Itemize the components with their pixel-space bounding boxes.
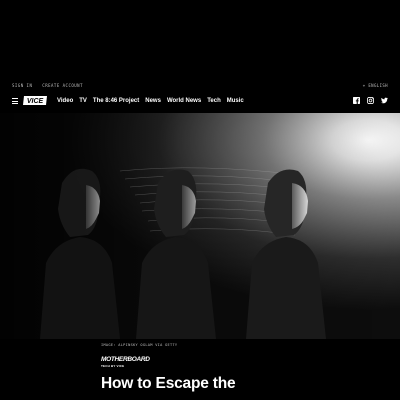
nav-link-news[interactable]: News: [145, 97, 161, 105]
language-selector[interactable]: + ENGLISH: [363, 83, 388, 88]
twitter-icon[interactable]: [381, 97, 388, 104]
logo-text: VICE: [27, 98, 44, 105]
image-credit: IMAGE: ALPINSKY OGLAM VIA GETTY: [101, 343, 178, 347]
nav-link-846-project[interactable]: The 8:46 Project: [93, 97, 139, 105]
top-blank-area: [0, 0, 400, 81]
main-nav: VICE Video TV The 8:46 Project News Worl…: [0, 93, 400, 111]
section-brand[interactable]: MOTHERBOARD TECH BY VICE: [101, 356, 150, 368]
utility-bar: SIGN IN CREATE ACCOUNT + ENGLISH: [0, 81, 400, 93]
create-account-link[interactable]: CREATE ACCOUNT: [42, 83, 83, 88]
instagram-icon[interactable]: [367, 97, 374, 104]
nav-link-video[interactable]: Video: [57, 97, 73, 105]
section-subtitle: TECH BY VICE: [101, 363, 125, 368]
sign-in-link[interactable]: SIGN IN: [12, 83, 32, 88]
facebook-icon[interactable]: [353, 97, 360, 104]
nav-link-music[interactable]: Music: [227, 97, 244, 105]
section-name: MOTHERBOARD: [101, 356, 150, 363]
menu-icon[interactable]: [12, 98, 18, 104]
article-headline: How to Escape the: [101, 375, 236, 392]
nav-link-world-news[interactable]: World News: [167, 97, 201, 105]
nav-link-tv[interactable]: TV: [79, 97, 87, 105]
hero-image: [0, 113, 400, 339]
vice-logo[interactable]: VICE: [23, 96, 47, 105]
nav-link-tech[interactable]: Tech: [207, 97, 221, 105]
